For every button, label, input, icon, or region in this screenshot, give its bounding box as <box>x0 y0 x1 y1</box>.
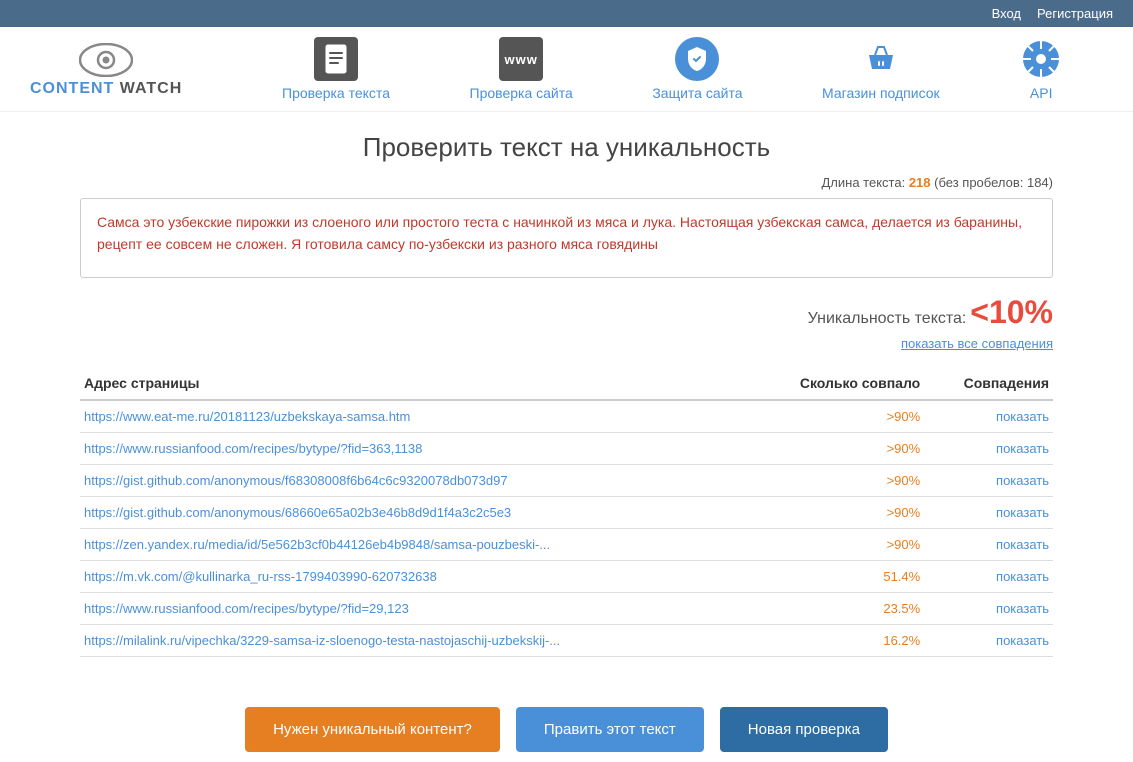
col-matches-header: Совпадения <box>924 367 1053 400</box>
result-show[interactable]: показать <box>924 529 1053 561</box>
page-title: Проверить текст на уникальность <box>80 132 1053 163</box>
table-row: https://www.eat-me.ru/20181123/uzbekskay… <box>80 400 1053 433</box>
table-row: https://gist.github.com/anonymous/f68308… <box>80 465 1053 497</box>
show-all-matches[interactable]: показать все совпадения <box>80 335 1053 351</box>
result-show[interactable]: показать <box>924 497 1053 529</box>
result-url[interactable]: https://gist.github.com/anonymous/f68308… <box>80 465 747 497</box>
result-show[interactable]: показать <box>924 593 1053 625</box>
result-url[interactable]: https://milalink.ru/vipechka/3229-samsa-… <box>80 625 747 657</box>
register-link[interactable]: Регистрация <box>1037 6 1113 21</box>
show-link[interactable]: показать <box>996 473 1049 488</box>
logo[interactable]: CONTENT WATCH <box>30 40 182 98</box>
show-link[interactable]: показать <box>996 409 1049 424</box>
nav-check-site[interactable]: www Проверка сайта <box>470 37 573 101</box>
show-all-link[interactable]: показать все совпадения <box>901 336 1053 351</box>
result-count: 23.5% <box>747 593 924 625</box>
result-url-link[interactable]: https://gist.github.com/anonymous/68660e… <box>84 505 511 520</box>
www-icon: www <box>499 37 543 81</box>
table-row: https://gist.github.com/anonymous/68660e… <box>80 497 1053 529</box>
table-row: https://www.russianfood.com/recipes/byty… <box>80 593 1053 625</box>
result-url-link[interactable]: https://zen.yandex.ru/media/id/5e562b3cf… <box>84 537 550 552</box>
result-show[interactable]: показать <box>924 400 1053 433</box>
api-icon <box>1019 37 1063 81</box>
result-count: >90% <box>747 497 924 529</box>
nav-protect-site[interactable]: Защита сайта <box>652 37 742 101</box>
result-url-link[interactable]: https://m.vk.com/@kullinarka_ru-rss-1799… <box>84 569 437 584</box>
nav-check-text[interactable]: Проверка текста <box>282 37 390 101</box>
input-text-display: Самса это узбекские пирожки из слоеного … <box>80 198 1053 278</box>
nav-shop-label: Магазин подписок <box>822 85 940 101</box>
show-link[interactable]: показать <box>996 569 1049 584</box>
show-link[interactable]: показать <box>996 601 1049 616</box>
result-count: 51.4% <box>747 561 924 593</box>
uniqueness-label: Уникальность текста: <box>808 310 967 327</box>
result-url-link[interactable]: https://www.russianfood.com/recipes/byty… <box>84 441 422 456</box>
result-url[interactable]: https://gist.github.com/anonymous/68660e… <box>80 497 747 529</box>
basket-icon <box>859 37 903 81</box>
table-row: https://m.vk.com/@kullinarka_ru-rss-1799… <box>80 561 1053 593</box>
document-icon <box>314 37 358 81</box>
logo-text: CONTENT WATCH <box>30 80 182 98</box>
result-count: >90% <box>747 433 924 465</box>
shield-icon <box>675 37 719 81</box>
result-url[interactable]: https://www.russianfood.com/recipes/byty… <box>80 433 747 465</box>
result-count: >90% <box>747 529 924 561</box>
nav-protect-site-label: Защита сайта <box>652 85 742 101</box>
login-link[interactable]: Вход <box>992 6 1021 21</box>
navigation: Проверка текста www Проверка сайта Защит… <box>242 37 1103 101</box>
main-content: Проверить текст на уникальность Длина те… <box>0 112 1133 687</box>
nav-check-site-label: Проверка сайта <box>470 85 573 101</box>
result-count: 16.2% <box>747 625 924 657</box>
bottom-buttons: Нужен уникальный контент? Править этот т… <box>0 687 1133 762</box>
nav-check-text-label: Проверка текста <box>282 85 390 101</box>
results-table: Адрес страницы Сколько совпало Совпадени… <box>80 367 1053 657</box>
top-bar: Вход Регистрация <box>0 0 1133 27</box>
nav-api-label: API <box>1030 85 1053 101</box>
result-url[interactable]: https://m.vk.com/@kullinarka_ru-rss-1799… <box>80 561 747 593</box>
show-link[interactable]: показать <box>996 441 1049 456</box>
show-link[interactable]: показать <box>996 537 1049 552</box>
result-show[interactable]: показать <box>924 465 1053 497</box>
result-show[interactable]: показать <box>924 433 1053 465</box>
edit-text-button[interactable]: Править этот текст <box>516 707 704 752</box>
header: CONTENT WATCH Проверка текста www Провер… <box>0 27 1133 112</box>
unique-content-button[interactable]: Нужен уникальный контент? <box>245 707 500 752</box>
nav-api[interactable]: API <box>1019 37 1063 101</box>
table-row: https://www.russianfood.com/recipes/byty… <box>80 433 1053 465</box>
result-url-link[interactable]: https://www.russianfood.com/recipes/byty… <box>84 601 409 616</box>
result-url-link[interactable]: https://www.eat-me.ru/20181123/uzbekskay… <box>84 409 410 424</box>
new-check-button[interactable]: Новая проверка <box>720 707 888 752</box>
result-url[interactable]: https://www.russianfood.com/recipes/byty… <box>80 593 747 625</box>
result-url-link[interactable]: https://gist.github.com/anonymous/f68308… <box>84 473 508 488</box>
show-link[interactable]: показать <box>996 633 1049 648</box>
nav-shop[interactable]: Магазин подписок <box>822 37 940 101</box>
text-length: Длина текста: 218 (без пробелов: 184) <box>80 175 1053 190</box>
result-count: >90% <box>747 400 924 433</box>
result-url[interactable]: https://www.eat-me.ru/20181123/uzbekskay… <box>80 400 747 433</box>
result-url-link[interactable]: https://milalink.ru/vipechka/3229-samsa-… <box>84 633 560 648</box>
table-row: https://zen.yandex.ru/media/id/5e562b3cf… <box>80 529 1053 561</box>
uniqueness-value: <10% <box>970 294 1053 330</box>
col-count-header: Сколько совпало <box>747 367 924 400</box>
col-url-header: Адрес страницы <box>80 367 747 400</box>
table-row: https://milalink.ru/vipechka/3229-samsa-… <box>80 625 1053 657</box>
result-url[interactable]: https://zen.yandex.ru/media/id/5e562b3cf… <box>80 529 747 561</box>
show-link[interactable]: показать <box>996 505 1049 520</box>
result-count: >90% <box>747 465 924 497</box>
logo-icon <box>76 40 136 80</box>
uniqueness-section: Уникальность текста: <10% <box>80 294 1053 331</box>
result-show[interactable]: показать <box>924 625 1053 657</box>
result-show[interactable]: показать <box>924 561 1053 593</box>
